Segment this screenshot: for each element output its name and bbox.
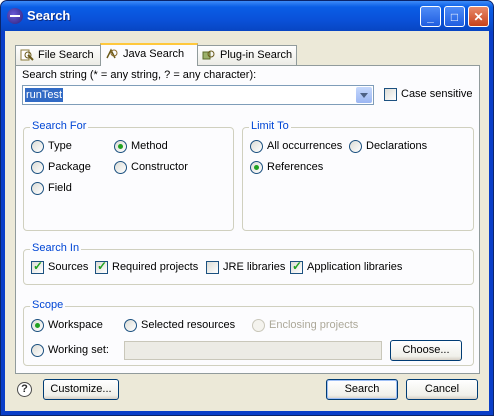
radio-package-label[interactable]: Package [48, 161, 91, 173]
tab-plugin-search[interactable]: Plug-in Search [197, 45, 297, 65]
maximize-icon: □ [450, 10, 459, 24]
search-in-title: Search In [30, 242, 82, 254]
radio-constructor-label[interactable]: Constructor [131, 161, 188, 173]
radio-working-set[interactable] [31, 344, 44, 357]
radio-workspace-label[interactable]: Workspace [48, 319, 103, 331]
radio-working-set-label[interactable]: Working set: [48, 344, 109, 356]
radio-workspace[interactable] [31, 319, 44, 332]
application-libraries-label[interactable]: Application libraries [307, 261, 402, 273]
window-title: Search [27, 8, 71, 23]
close-icon: ✕ [473, 10, 484, 24]
search-for-group: Search For Type Method Package Construct… [23, 120, 234, 231]
close-button[interactable]: ✕ [468, 6, 489, 27]
tab-plugin-search-label: Plug-in Search [220, 49, 293, 61]
radio-type[interactable] [31, 140, 44, 153]
radio-enclosing-projects-label: Enclosing projects [269, 319, 359, 331]
radio-declarations[interactable] [349, 140, 362, 153]
radio-references-label[interactable]: References [267, 161, 323, 173]
radio-method[interactable] [114, 140, 127, 153]
required-projects-label[interactable]: Required projects [112, 261, 198, 273]
choose-button[interactable]: Choose... [390, 340, 462, 361]
eclipse-icon [7, 8, 23, 24]
search-dialog: Search _ □ ✕ File Search Java Search Plu… [0, 0, 494, 416]
minimize-button[interactable]: _ [420, 6, 441, 27]
radio-method-label[interactable]: Method [131, 140, 168, 152]
tab-java-search[interactable]: Java Search [100, 43, 198, 66]
minimize-icon: _ [427, 10, 434, 24]
search-string-label: Search string (* = any string, ? = any c… [22, 69, 257, 81]
tab-file-search[interactable]: File Search [15, 45, 101, 65]
radio-enclosing-projects [252, 319, 265, 332]
tab-java-search-label: Java Search [123, 48, 185, 60]
tab-file-search-label: File Search [38, 49, 94, 61]
help-icon[interactable]: ? [17, 382, 32, 397]
jre-libraries-checkbox[interactable] [206, 261, 219, 274]
customize-button[interactable]: Customize... [43, 379, 119, 400]
radio-references[interactable] [250, 161, 263, 174]
chevron-down-icon[interactable] [356, 87, 372, 103]
cancel-button[interactable]: Cancel [406, 379, 478, 400]
file-search-icon [20, 49, 34, 61]
plugin-search-icon [202, 50, 215, 60]
java-search-panel: Search string (* = any string, ? = any c… [15, 65, 480, 374]
search-string-value[interactable]: runTest [25, 88, 64, 102]
radio-selected-resources-label[interactable]: Selected resources [141, 319, 235, 331]
title-bar[interactable]: Search _ □ ✕ [1, 1, 493, 31]
radio-selected-resources[interactable] [124, 319, 137, 332]
case-sensitive-label[interactable]: Case sensitive [401, 88, 473, 100]
sources-checkbox[interactable] [31, 259, 44, 274]
limit-to-title: Limit To [249, 120, 291, 132]
radio-all-occurrences-label[interactable]: All occurrences [267, 140, 342, 152]
radio-type-label[interactable]: Type [48, 140, 72, 152]
application-libraries-checkbox[interactable] [290, 259, 303, 274]
radio-all-occurrences[interactable] [250, 140, 263, 153]
maximize-button[interactable]: □ [444, 6, 465, 27]
radio-field-label[interactable]: Field [48, 182, 72, 194]
radio-package[interactable] [31, 161, 44, 174]
java-search-icon [106, 48, 118, 59]
required-projects-checkbox[interactable] [95, 259, 108, 274]
limit-to-group: Limit To All occurrences Declarations Re… [242, 120, 474, 231]
search-for-title: Search For [30, 120, 89, 132]
scope-title: Scope [30, 299, 66, 311]
search-string-combo[interactable]: runTest [22, 85, 374, 105]
radio-declarations-label[interactable]: Declarations [366, 140, 427, 152]
radio-constructor[interactable] [114, 161, 127, 174]
search-in-group: Search In Sources Required projects JRE … [23, 242, 474, 285]
dialog-body: File Search Java Search Plug-in Search S… [5, 31, 489, 411]
scope-group: Scope Workspace Selected resources Enclo… [23, 299, 474, 366]
radio-field[interactable] [31, 182, 44, 195]
sources-label[interactable]: Sources [48, 261, 88, 273]
jre-libraries-label[interactable]: JRE libraries [223, 261, 285, 273]
search-button[interactable]: Search [326, 379, 398, 400]
working-set-field [124, 341, 382, 360]
case-sensitive-checkbox[interactable] [384, 88, 397, 101]
